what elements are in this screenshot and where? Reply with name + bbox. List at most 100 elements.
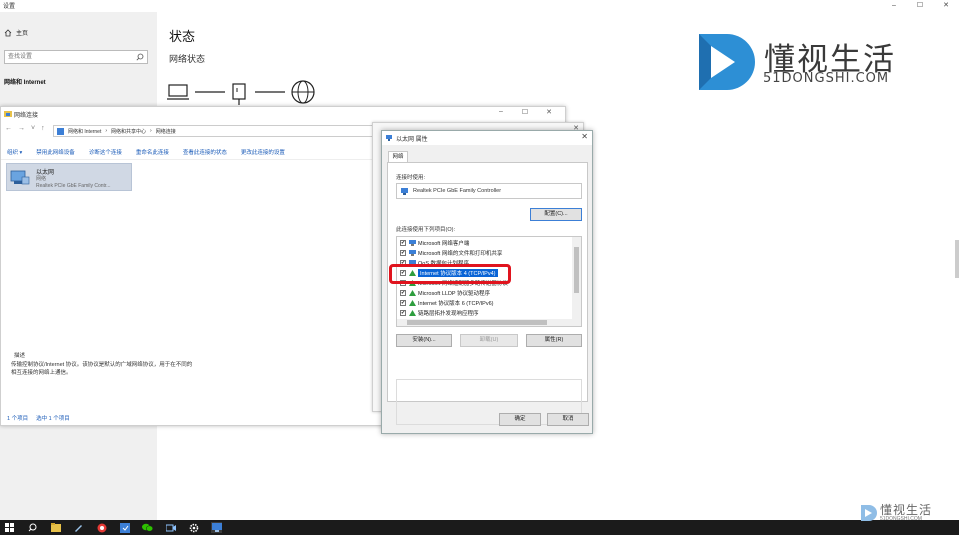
list-item[interactable]: ✔ Internet 协议版本 6 (TCP/IPv6) (397, 299, 573, 308)
maximize-button[interactable]: ☐ (907, 0, 933, 12)
up-arrow-icon[interactable]: ↑ (41, 125, 45, 132)
breadcrumb-item[interactable]: 网络和 Internet (68, 128, 101, 135)
pen-icon[interactable] (73, 522, 84, 533)
scrollbar-thumb[interactable] (407, 320, 547, 325)
settings-window-title: 设置 (3, 4, 16, 10)
globe-icon (291, 80, 315, 104)
highlight-annotation (389, 264, 511, 284)
network-status-subtitle: 网络状态 (169, 54, 206, 64)
windows-start-icon[interactable] (4, 522, 15, 533)
sidebar-section-network: 网络和 Internet (4, 80, 46, 86)
explorer-titlebar: 网络连接 – ☐ ✕ (1, 107, 565, 121)
checkbox[interactable]: ✔ (400, 250, 406, 256)
close-button[interactable]: ✕ (933, 0, 959, 12)
browser-icon[interactable] (96, 522, 107, 533)
chevron-down-icon[interactable]: ˅ (31, 125, 35, 132)
list-item[interactable]: ✔ Microsoft 网络的文件和打印机共享 (397, 249, 573, 258)
items-label: 此连接使用下列项目(O): (396, 227, 455, 233)
watermark-domain: 51DONGSHI.COM (763, 71, 890, 86)
protocol-icon (409, 300, 416, 306)
dongshi-logo-small-icon (861, 505, 877, 521)
breadcrumb-item[interactable]: 网络连接 (156, 128, 176, 135)
dongshi-logo-icon (699, 34, 755, 90)
network-status-diagram (167, 80, 315, 105)
device-name: Realtek PCIe GbE Family Controller (413, 188, 502, 194)
network-connections-icon[interactable] (211, 522, 222, 533)
ok-button[interactable]: 确定 (499, 413, 541, 426)
checkbox[interactable]: ✔ (400, 310, 406, 316)
explorer-window-controls: – ☐ ✕ (489, 108, 561, 116)
address-bar[interactable]: 网络和 Internet › 网络和共享中心 › 网络连接 (53, 125, 377, 137)
breadcrumb-item[interactable]: 网络和共享中心 (111, 128, 146, 135)
settings-titlebar: 设置 – ☐ ✕ (0, 0, 959, 12)
configure-button[interactable]: 配置(C)... (530, 208, 582, 221)
list-item-label: 链路层拓扑发现响应程序 (418, 311, 479, 317)
client-icon (409, 240, 416, 246)
cancel-button[interactable]: 取消 (547, 413, 589, 426)
back-arrow-icon[interactable]: ← (5, 125, 12, 132)
security-icon[interactable] (119, 522, 130, 533)
network-card-icon (401, 188, 408, 195)
uninstall-button[interactable]: 卸载(U) (460, 334, 518, 347)
settings-search-input[interactable] (5, 51, 131, 63)
watermark-logo: 懂视生活 51DONGSHI.COM (697, 32, 907, 94)
description-label: 描述 (14, 353, 26, 359)
properties-close-button[interactable]: ✕ (581, 132, 588, 141)
device-field: Realtek PCIe GbE Family Controller (396, 183, 582, 199)
settings-scrollbar[interactable] (955, 240, 959, 278)
sidebar-item-home[interactable]: 主页 (4, 28, 28, 37)
wechat-icon[interactable] (142, 522, 153, 533)
breadcrumb-separator: › (105, 128, 108, 134)
organize-button[interactable]: 组织 ▾ (7, 148, 22, 156)
selected-count: 选中 1 个项目 (36, 416, 70, 422)
service-icon (409, 250, 416, 256)
control-panel-icon (57, 128, 64, 135)
list-vertical-scrollbar[interactable] (572, 237, 581, 326)
ethernet-adapter-item[interactable]: 以太网 网络 Realtek PCIe GbE Family Contr... (6, 163, 132, 191)
properties-button[interactable]: 属性(R) (526, 334, 582, 347)
checkbox[interactable]: ✔ (400, 240, 406, 246)
ethernet-adapter-icon (10, 170, 30, 185)
list-horizontal-scrollbar[interactable] (397, 319, 573, 326)
explorer-maximize-button[interactable]: ☐ (513, 108, 537, 116)
diagnose-button[interactable]: 诊断这个连接 (89, 148, 122, 156)
connect-using-label: 连接时使用: (396, 175, 426, 181)
change-settings-button[interactable]: 更改此连接的设置 (241, 148, 285, 156)
forward-arrow-icon[interactable]: → (18, 125, 25, 132)
sidebar-item-home-label: 主页 (16, 31, 29, 37)
breadcrumb-separator: › (150, 128, 152, 134)
minimize-button[interactable]: – (881, 0, 907, 12)
list-item[interactable]: ✔ 链路层拓扑发现响应程序 (397, 309, 573, 318)
home-icon (4, 28, 12, 36)
item-count: 1 个项目 (7, 416, 29, 422)
explorer-close-button[interactable]: ✕ (537, 108, 561, 116)
rename-button[interactable]: 重命名此连接 (136, 148, 169, 156)
disable-device-button[interactable]: 禁用此网络设备 (36, 148, 75, 156)
properties-titlebar: 以太网 属性 ✕ (382, 131, 592, 145)
network-folder-icon (4, 111, 12, 117)
view-status-button[interactable]: 查看此连接的状态 (183, 148, 227, 156)
list-item-label: Microsoft 网络的文件和打印机共享 (418, 251, 503, 257)
settings-gear-icon[interactable] (188, 522, 199, 533)
protocol-icon (409, 290, 416, 296)
list-item[interactable]: ✔ Microsoft 网络客户端 (397, 239, 573, 248)
checkbox[interactable]: ✔ (400, 300, 406, 306)
settings-search-box[interactable] (4, 50, 148, 64)
camera-icon[interactable] (165, 522, 176, 533)
explorer-window-title: 网络连接 (14, 113, 39, 119)
search-icon[interactable] (27, 522, 38, 533)
scrollbar-thumb[interactable] (574, 247, 579, 293)
list-item-label: Microsoft LLDP 协议驱动程序 (418, 291, 491, 297)
router-icon (232, 83, 246, 105)
checkbox[interactable]: ✔ (400, 290, 406, 296)
search-icon[interactable] (136, 53, 144, 61)
explorer-minimize-button[interactable]: – (489, 108, 513, 116)
network-adapter-icon (386, 135, 392, 141)
adapter-device: Realtek PCIe GbE Family Contr... (36, 183, 111, 189)
taskbar (0, 520, 959, 535)
explorer-status-bar: 1 个项目 选中 1 个项目 (7, 414, 70, 422)
install-button[interactable]: 安装(N)... (396, 334, 452, 347)
page-title: 状态 (169, 29, 196, 44)
list-item[interactable]: ✔ Microsoft LLDP 协议驱动程序 (397, 289, 573, 298)
file-explorer-icon[interactable] (50, 522, 61, 533)
